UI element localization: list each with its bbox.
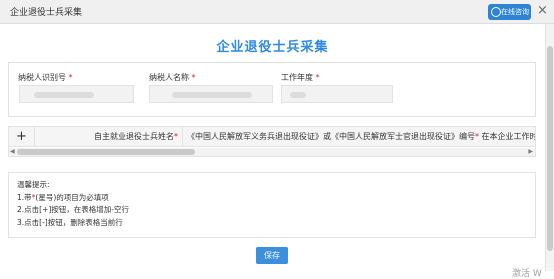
work-year-label: 工作年度 * <box>281 73 320 82</box>
taxpayer-name-label: 纳税人名称 * <box>149 73 196 82</box>
tip-item: 3.点击[-]按钮，删除表格当前行 <box>17 217 123 227</box>
save-button[interactable]: 保存 <box>256 247 288 264</box>
tip-item: 1.带*(星号)的项目为必填项 <box>17 192 109 202</box>
scroll-right-arrow-icon[interactable]: ▶ <box>528 147 533 156</box>
activation-watermark: 激活 W <box>512 269 542 279</box>
tips-title: 温馨提示: <box>17 180 50 189</box>
horizontal-scrollbar[interactable]: ◀ ▶ <box>9 148 535 156</box>
grid-header: + 自主就业退役士兵姓名* 《中国人民解放军义务兵退出现役证》或《中国人民解放军… <box>9 127 535 147</box>
horizontal-scrollbar-thumb[interactable] <box>17 149 195 155</box>
taxpayer-form: 纳税人识别号 * 纳税人名称 * 工作年度 * <box>8 62 536 117</box>
redacted-value <box>34 92 94 98</box>
work-year-field[interactable] <box>281 85 393 103</box>
vertical-scrollbar[interactable] <box>545 24 554 271</box>
online-consult-label: 在线咨询 <box>501 8 529 16</box>
close-icon[interactable]: × <box>537 3 548 19</box>
chat-icon <box>491 7 501 17</box>
window-titlebar: 企业退役士兵采集 在线咨询 × <box>0 0 554 24</box>
column-header-soldier-name[interactable]: 自主就业退役士兵姓名* <box>35 127 183 147</box>
redacted-value <box>172 92 252 98</box>
taxpayer-id-label: 纳税人识别号 * <box>18 73 73 82</box>
window-title: 企业退役士兵采集 <box>10 8 83 18</box>
column-header-certificate-no[interactable]: 《中国人民解放军义务兵退出现役证》或《中国人民解放军士官退出现役证》编号* 在本… <box>187 127 535 147</box>
scroll-left-arrow-icon[interactable]: ◀ <box>10 147 15 156</box>
taxpayer-id-field[interactable] <box>19 85 134 103</box>
online-consult-button[interactable]: 在线咨询 <box>488 4 531 20</box>
redacted-value <box>290 92 306 98</box>
tip-item: 2.点击[+]按钮，在表格增加-空行 <box>17 205 129 214</box>
page-title: 企业退役士兵采集 <box>216 40 329 55</box>
taxpayer-name-field[interactable] <box>149 85 273 103</box>
vertical-scrollbar-thumb[interactable] <box>547 46 553 251</box>
add-row-button[interactable]: + <box>9 127 35 147</box>
soldier-grid: + 自主就业退役士兵姓名* 《中国人民解放军义务兵退出现役证》或《中国人民解放军… <box>8 126 536 157</box>
tips-panel: 温馨提示: 1.带*(星号)的项目为必填项 2.点击[+]按钮，在表格增加-空行… <box>8 172 536 238</box>
